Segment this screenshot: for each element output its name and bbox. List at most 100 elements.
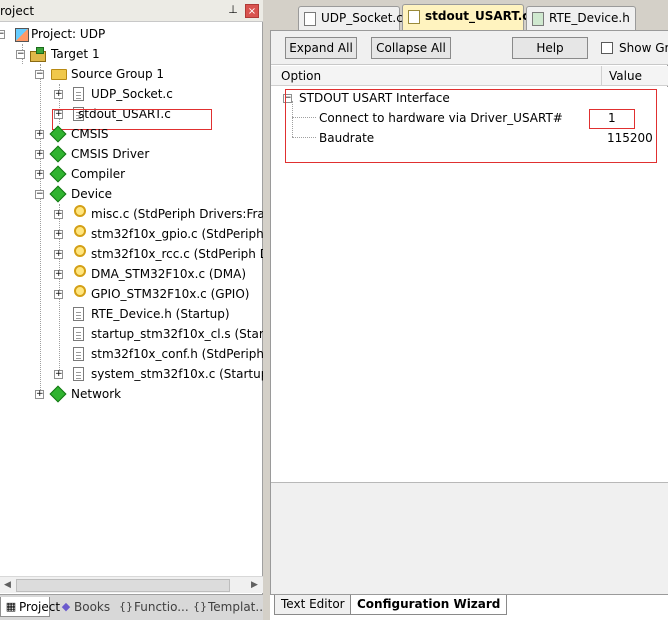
expand-toggle-icon[interactable]: +: [54, 90, 63, 99]
expand-toggle-icon[interactable]: +: [35, 150, 44, 159]
file-icon: [73, 327, 84, 341]
tree-label: CMSIS Driver: [71, 147, 150, 161]
scroll-thumb[interactable]: [16, 579, 230, 592]
tree-item-device-file[interactable]: startup_stm32f10x_cl.s (Startup): [0, 324, 263, 344]
component-diamond-icon: [49, 145, 67, 163]
templates-icon: {}: [193, 600, 207, 613]
tree-item-source-group[interactable]: − Source Group 1: [0, 64, 263, 84]
tab-label: Functio...: [134, 600, 189, 614]
option-column-header: Option: [281, 69, 322, 83]
file-icon: [304, 12, 316, 26]
close-icon[interactable]: ×: [245, 4, 259, 18]
editor-mode-tabs: Text Editor Configuration Wizard: [270, 594, 668, 620]
tree-label: stm32f10x_conf.h (StdPeriph Dri: [91, 347, 263, 361]
tree-label: GPIO_STM32F10x.c (GPIO): [91, 287, 250, 301]
collapse-all-button[interactable]: Collapse All: [371, 37, 451, 59]
collapse-toggle-icon[interactable]: −: [16, 50, 25, 59]
scroll-right-icon[interactable]: ▶: [248, 579, 261, 592]
wizard-toolbar: Expand All Collapse All Help Show Gri: [271, 31, 668, 65]
project-icon: ▦: [5, 600, 17, 613]
expand-toggle-icon[interactable]: +: [54, 370, 63, 379]
tab-functions[interactable]: {} Functio...: [116, 597, 189, 617]
tree-item-device-file[interactable]: + misc.c (StdPeriph Drivers:Framew: [0, 204, 263, 224]
pane-tabs: ▦ Project ◆ Books {} Functio... {} Templ…: [0, 594, 267, 620]
expand-toggle-icon[interactable]: +: [54, 270, 63, 279]
tree-label: CMSIS: [71, 127, 109, 141]
tree-label: Device: [71, 187, 113, 201]
tab-label: Books: [74, 600, 111, 614]
tab-project[interactable]: ▦ Project: [0, 597, 60, 617]
tab-rte-device[interactable]: RTE_Device.h: [526, 6, 636, 30]
key-file-icon: [70, 285, 86, 303]
file-icon: [408, 10, 420, 24]
expand-all-button[interactable]: Expand All: [285, 37, 357, 59]
tree-label: Target 1: [51, 47, 100, 61]
tab-label: RTE_Device.h: [549, 11, 630, 25]
tree-item-cmsis-driver[interactable]: + CMSIS Driver: [0, 144, 263, 164]
key-file-icon: [70, 245, 86, 263]
key-file-icon: [70, 225, 86, 243]
expand-toggle-icon[interactable]: +: [54, 250, 63, 259]
editor-pane: UDP_Socket.c stdout_USART.c* RTE_Device.…: [264, 0, 668, 620]
expand-toggle-icon[interactable]: +: [35, 390, 44, 399]
tree-label: system_stm32f10x.c (Startup): [91, 367, 263, 381]
tab-text-editor[interactable]: Text Editor: [274, 595, 352, 615]
tree-item-project[interactable]: − Project: UDP: [0, 24, 263, 44]
tree-item-compiler[interactable]: + Compiler: [0, 164, 263, 184]
tree-item-device-file[interactable]: + DMA_STM32F10x.c (DMA): [0, 264, 263, 284]
tab-books[interactable]: ◆ Books: [56, 597, 110, 617]
component-diamond-icon: [49, 125, 67, 143]
tree-item-file[interactable]: + UDP_Socket.c: [0, 84, 263, 104]
tree-item-device[interactable]: − Device: [0, 184, 263, 204]
tree-label: startup_stm32f10x_cl.s (Startup): [91, 327, 263, 341]
project-tree: − Project: UDP − Target 1 − Source Group…: [0, 24, 263, 576]
tree-label: Source Group 1: [71, 67, 165, 81]
pin-icon[interactable]: ⊥: [226, 3, 240, 17]
tab-stdout-usart[interactable]: stdout_USART.c*: [402, 4, 536, 30]
tree-item-device-file[interactable]: + stm32f10x_gpio.c (StdPeriph Driv: [0, 224, 263, 244]
tab-templates[interactable]: {} Templat...: [190, 597, 267, 617]
folder-icon: [51, 69, 67, 80]
grid-header: Option Value: [271, 66, 668, 86]
tree-label: UDP_Socket.c: [91, 87, 173, 101]
component-diamond-icon: [49, 185, 67, 203]
expand-toggle-icon[interactable]: +: [54, 230, 63, 239]
tree-item-cmsis[interactable]: + CMSIS: [0, 124, 263, 144]
collapse-toggle-icon[interactable]: −: [35, 190, 44, 199]
tab-label: UDP_Socket.c: [321, 11, 403, 25]
expand-toggle-icon[interactable]: +: [35, 130, 44, 139]
tree-item-device-file[interactable]: RTE_Device.h (Startup): [0, 304, 263, 324]
project-pane-title: roject: [0, 4, 35, 18]
target-icon: [30, 47, 46, 62]
tree-item-device-file[interactable]: + system_stm32f10x.c (Startup): [0, 364, 263, 384]
horizontal-scrollbar[interactable]: ◀ ▶: [0, 576, 263, 593]
tab-udp-socket[interactable]: UDP_Socket.c: [298, 6, 403, 30]
tree-label: stm32f10x_rcc.c (StdPeriph Drive: [91, 247, 263, 261]
expand-toggle-icon[interactable]: +: [35, 170, 44, 179]
help-button[interactable]: Help: [512, 37, 588, 59]
books-icon: ◆: [61, 600, 71, 613]
column-separator[interactable]: [601, 66, 602, 86]
collapse-toggle-icon[interactable]: −: [35, 70, 44, 79]
tree-item-target[interactable]: − Target 1: [0, 44, 263, 64]
checkbox-box[interactable]: [601, 42, 613, 54]
expand-toggle-icon[interactable]: +: [54, 210, 63, 219]
functions-icon: {}: [119, 600, 133, 613]
collapse-toggle-icon[interactable]: −: [0, 30, 5, 39]
tab-configuration-wizard[interactable]: Configuration Wizard: [350, 595, 508, 615]
project-icon: [13, 26, 29, 42]
tree-item-device-file[interactable]: + stm32f10x_rcc.c (StdPeriph Drive: [0, 244, 263, 264]
tree-item-device-file[interactable]: stm32f10x_conf.h (StdPeriph Dri: [0, 344, 263, 364]
configuration-wizard: Expand All Collapse All Help Show Gri Op…: [270, 30, 668, 595]
tree-item-network[interactable]: + Network: [0, 384, 263, 404]
project-pane: roject ⊥ × − Project: UDP − Target 1 − S…: [0, 0, 267, 620]
file-icon: [73, 367, 84, 381]
component-diamond-icon: [49, 165, 67, 183]
file-icon: [73, 347, 84, 361]
scroll-left-icon[interactable]: ◀: [1, 579, 14, 592]
editor-tab-bar: UDP_Socket.c stdout_USART.c* RTE_Device.…: [264, 0, 668, 30]
tree-item-device-file[interactable]: + GPIO_STM32F10x.c (GPIO): [0, 284, 263, 304]
show-grid-label: Show Gri: [619, 41, 668, 55]
expand-toggle-icon[interactable]: +: [54, 290, 63, 299]
project-pane-titlebar: roject ⊥ ×: [0, 0, 263, 22]
